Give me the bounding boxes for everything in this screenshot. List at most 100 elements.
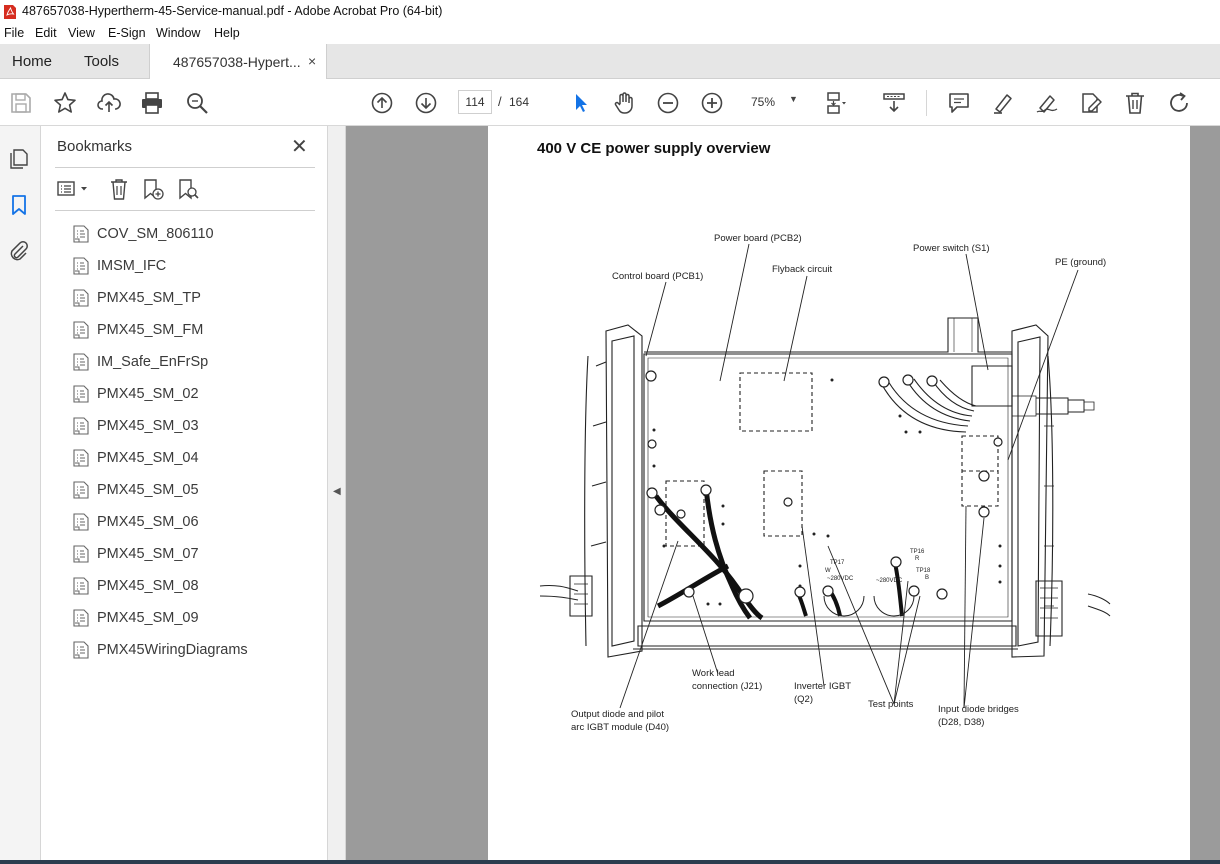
find-bookmark-icon[interactable] [177,178,199,200]
page-number-input[interactable]: 114 [458,90,492,114]
zoom-out-icon[interactable] [656,91,680,115]
bookmark-page-icon [73,513,89,531]
bookmark-label: PMX45WiringDiagrams [97,642,248,658]
power-switch-label: Power switch (S1) [913,243,990,254]
upload-icon[interactable] [97,91,121,115]
bookmark-item[interactable]: PMX45_SM_03 [73,415,313,439]
rotate-icon[interactable] [1167,91,1191,115]
menu-help[interactable]: Help [214,26,240,40]
new-bookmark-icon[interactable] [142,178,164,200]
power-board-label: Power board (PCB2) [714,233,802,244]
tp18-b-label: B [925,575,929,581]
bookmark-icon[interactable] [8,194,30,216]
power-supply-diagram: Power board (PCB2) Control board (PCB1) … [539,233,1111,733]
bookmark-page-icon [73,417,89,435]
tab-bar: Home Tools 487657038-Hypert... × [0,44,1220,79]
page-down-icon[interactable] [414,91,438,115]
close-icon[interactable]: ✕ [291,134,308,159]
menu-esign[interactable]: E-Sign [108,26,146,40]
menu-view[interactable]: View [68,26,95,40]
divider [55,210,315,211]
fill-sign-icon[interactable] [1079,91,1103,115]
find-icon[interactable] [185,91,209,115]
tab-document[interactable]: 487657038-Hypert... × [149,44,327,79]
comment-icon[interactable] [947,91,971,115]
print-icon[interactable] [140,91,164,115]
vdc-left-label: ~280VDC [827,576,854,582]
hand-icon[interactable] [612,91,636,115]
panel-splitter[interactable]: ◀ [328,126,346,864]
save-icon[interactable] [9,91,33,115]
bookmark-page-icon [73,225,89,243]
bookmark-page-icon [73,289,89,307]
page-view-icon[interactable] [825,91,849,115]
delete-bookmark-icon[interactable] [108,178,130,200]
bookmark-label: PMX45_SM_03 [97,418,199,434]
bookmark-item[interactable]: IM_Safe_EnFrSp [73,351,313,375]
menu-edit[interactable]: Edit [35,26,57,40]
scroll-mode-icon[interactable] [882,91,906,115]
tp16-label: TP16 [910,549,925,555]
bookmark-page-icon [73,481,89,499]
bookmark-label: COV_SM_806110 [97,226,214,242]
bookmark-item[interactable]: PMX45_SM_TP [73,287,313,311]
bookmark-label: PMX45_SM_08 [97,578,199,594]
bookmark-item[interactable]: PMX45_SM_06 [73,511,313,535]
bookmark-label: PMX45_SM_07 [97,546,199,562]
bookmark-label: PMX45_SM_TP [97,290,201,306]
menu-file[interactable]: File [4,26,24,40]
control-board-label: Control board (PCB1) [612,271,703,282]
pages-icon[interactable] [8,148,30,170]
tp17-w-label: W [825,568,831,574]
bookmark-page-icon [73,353,89,371]
bookmark-item[interactable]: PMX45_SM_08 [73,575,313,599]
tab-document-label: 487657038-Hypert... [173,54,301,70]
page-separator: / [498,94,502,109]
bookmark-label: IMSM_IFC [97,258,167,274]
bookmark-label: PMX45_SM_02 [97,386,199,402]
bookmark-item[interactable]: PMX45_SM_02 [73,383,313,407]
input-diode-label-line2: (D28, D38) [938,717,984,728]
zoom-value: 75% [751,95,776,109]
zoom-select[interactable]: 75% ▼ [741,90,805,114]
zoom-in-icon[interactable] [700,91,724,115]
bookmark-label: PMX45_SM_04 [97,450,199,466]
bookmark-item[interactable]: IMSM_IFC [73,255,313,279]
page-up-icon[interactable] [370,91,394,115]
bookmark-item[interactable]: PMX45_SM_09 [73,607,313,631]
tab-home[interactable]: Home [12,53,52,70]
bookmark-item[interactable]: COV_SM_806110 [73,223,313,247]
bookmark-item[interactable]: PMX45_SM_FM [73,319,313,343]
sign-icon[interactable] [1035,91,1059,115]
title-bar: 487657038-Hypertherm-45-Service-manual.p… [0,0,1220,24]
bookmarks-panel: Bookmarks ✕ COV_SM_806110 IMSM_IFC PMX45_S… [41,126,328,864]
bookmark-label: PMX45_SM_09 [97,610,199,626]
input-diode-label: Input diode bridges [938,704,1019,715]
attachment-icon[interactable] [8,240,30,262]
bookmark-page-icon [73,641,89,659]
collapse-panel-icon[interactable]: ◀ [333,486,341,497]
bookmark-item[interactable]: PMX45WiringDiagrams [73,639,313,663]
highlight-icon[interactable] [991,91,1015,115]
output-diode-label: Output diode and pilot [571,709,664,720]
bookmark-page-icon [73,257,89,275]
bookmark-options-icon[interactable] [56,178,87,200]
bookmark-page-icon [73,385,89,403]
navigation-rail [0,126,41,864]
tp18-label: TP18 [916,568,931,574]
bookmark-item[interactable]: PMX45_SM_05 [73,479,313,503]
tab-tools[interactable]: Tools [84,53,119,70]
bookmark-item[interactable]: PMX45_SM_07 [73,543,313,567]
tab-close-button[interactable]: × [308,53,316,69]
menu-bar: File Edit View E-Sign Window Help [0,24,1220,44]
chevron-down-icon: ▼ [789,94,798,104]
page-total: 164 [509,95,530,109]
bookmark-label: PMX45_SM_05 [97,482,199,498]
bookmarks-heading: Bookmarks [57,138,133,155]
bookmark-item[interactable]: PMX45_SM_04 [73,447,313,471]
select-cursor-icon[interactable] [569,91,593,115]
delete-icon[interactable] [1123,91,1147,115]
menu-window[interactable]: Window [156,26,200,40]
star-icon[interactable] [53,91,77,115]
bookmark-page-icon [73,577,89,595]
